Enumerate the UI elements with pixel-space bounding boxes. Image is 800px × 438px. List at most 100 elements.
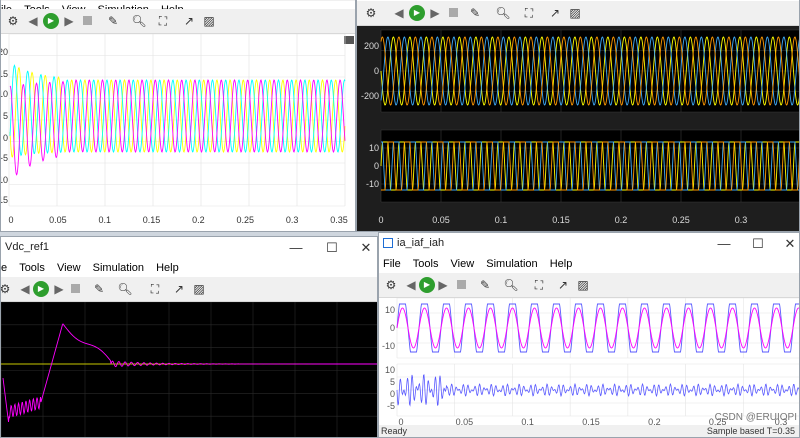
y-tick-label: -5 [1,153,8,163]
step-back-icon[interactable]: ◀ [391,5,407,21]
window-title: ia_iaf_iah [397,237,445,249]
zoom-icon[interactable]: 🔍︎ [503,277,519,293]
x-tick-label: 0.1 [98,215,111,225]
autoscale-icon[interactable]: ⛶ [147,281,163,297]
run-button-icon[interactable]: ▶ [409,5,425,21]
y-tick-label: 10 [1,89,8,99]
run-button-icon[interactable]: ▶ [43,13,59,29]
scope-toolbar: ⚙ ◀ ▶ ▶ ✎ 🔍︎ ⛶ ↗ ▨ [379,273,799,298]
y-tick-label: 0 [390,323,395,333]
scope-toolbar: ⚙ ◀ ▶ ▶ ✎ 🔍︎ ⛶ ↗ ▨ [1,9,355,34]
scope-toolbar: ⚙ ◀ ▶ ▶ ✎ 🔍︎ ⛶ ↗ ▨ [357,1,799,26]
y-tick-label: 0 [374,161,379,171]
step-forward-icon[interactable]: ▶ [427,5,443,21]
menu-bar: File Tools View Simulation Help [379,255,799,273]
menu-bar: e Tools View Simulation Help [1,259,377,277]
title-bar: ia_iaf_iah — ☐ ✕ [379,233,799,255]
scope-toolbar: ⚙ ◀ ▶ ▶ ✎ 🔍︎ ⛶ ↗ ▨ [1,277,377,302]
style-icon[interactable]: ▨ [201,13,217,29]
menu-simulation[interactable]: Simulation [486,255,537,273]
cursor-measure-icon[interactable]: ↗ [181,13,197,29]
y-tick-label: 5 [390,377,395,387]
step-forward-icon[interactable]: ▶ [435,277,451,293]
menu-view[interactable]: View [57,259,81,277]
y-tick-label: -10 [382,341,395,351]
menu-view[interactable]: View [451,255,475,273]
scope-plot-top-left: 0 0.05 0.1 0.15 0.2 0.25 0.3 0.35 20 15 10 5 0 -5 -10… [1,34,355,231]
y-tick-label: -10 [1,175,8,185]
menu-file[interactable]: File [383,255,401,273]
y-tick-label: 10 [385,305,395,315]
autoscale-icon[interactable]: ⛶ [521,5,537,21]
y-tick-label: 0 [3,133,8,143]
menu-tools[interactable]: Tools [413,255,439,273]
y-tick-label: 10 [385,365,395,375]
expand-icon[interactable] [344,36,354,44]
run-button-icon[interactable]: ▶ [419,277,435,293]
stop-icon[interactable] [79,13,95,29]
scope-plot-ia-iaf-iah: 0 0.05 0.1 0.15 0.2 0.25 0.3 100-101050-5 CSDN… [379,298,799,427]
zoom-icon[interactable]: 🔍︎ [495,5,511,21]
settings-gear-icon[interactable]: ⚙ [1,281,13,297]
highlight-icon[interactable]: ✎ [105,13,121,29]
y-tick-label: 20 [1,47,8,57]
x-tick-label: 0.05 [49,215,67,225]
status-bar: Ready Sample based T=0.35 [379,425,799,437]
cursor-measure-icon[interactable]: ↗ [555,277,571,293]
autoscale-icon[interactable]: ⛶ [531,277,547,293]
menu-help[interactable]: Help [156,259,179,277]
x-tick-label: 0.15 [143,215,161,225]
settings-gear-icon[interactable]: ⚙ [383,277,399,293]
y-tick-label: 200 [364,41,379,51]
menu-tools[interactable]: Tools [19,259,45,277]
run-button-icon[interactable]: ▶ [33,281,49,297]
menu-file[interactable]: e [1,259,7,277]
status-ready: Ready [381,426,408,436]
y-tick-label: -10 [366,179,379,189]
y-tick-label: -200 [361,91,379,101]
x-tick-label: 0.25 [672,215,690,225]
y-tick-label: -15 [1,195,8,205]
zoom-icon[interactable]: 🔍︎ [131,13,147,29]
x-tick-label: 0.2 [192,215,205,225]
x-tick-label: 0.3 [286,215,299,225]
y-tick-label: 10 [369,143,379,153]
y-tick-label: 0 [374,66,379,76]
menu-help[interactable]: Help [550,255,573,273]
scope-window-vdc-ref1: Vdc_ref1 — ☐ ✕ e Tools View Simulation H… [0,236,378,438]
step-forward-icon[interactable]: ▶ [51,281,67,297]
maximize-icon[interactable]: ☐ [319,240,345,256]
cursor-measure-icon[interactable]: ↗ [547,5,563,21]
maximize-icon[interactable]: ☐ [745,236,771,252]
step-back-icon[interactable]: ◀ [25,13,41,29]
highlight-icon[interactable]: ✎ [477,277,493,293]
autoscale-icon[interactable]: ⛶ [155,13,171,29]
scope-app-icon [383,238,393,248]
style-icon[interactable]: ▨ [575,277,591,293]
x-tick-label: 0.25 [237,215,255,225]
step-back-icon[interactable]: ◀ [17,281,33,297]
highlight-icon[interactable]: ✎ [91,281,107,297]
stop-icon[interactable] [445,5,461,21]
scope-plot-vdc-ref1 [1,302,377,437]
style-icon[interactable]: ▨ [191,281,207,297]
highlight-icon[interactable]: ✎ [467,5,483,21]
stop-icon[interactable] [453,277,469,293]
close-icon[interactable]: ✕ [353,240,377,256]
stop-icon[interactable] [67,281,83,297]
close-icon[interactable]: ✕ [777,236,799,252]
minimize-icon[interactable]: — [711,236,737,252]
cursor-measure-icon[interactable]: ↗ [171,281,187,297]
settings-gear-icon[interactable]: ⚙ [5,13,21,29]
scope-window-top-right: ⚙ ◀ ▶ ▶ ✎ 🔍︎ ⛶ ↗ ▨ 0 0.05 0.1 0.15 0.2 0.25 0.… [356,0,800,232]
step-back-icon[interactable]: ◀ [403,277,419,293]
step-forward-icon[interactable]: ▶ [61,13,77,29]
scope-window-top-left: ile Tools View Simulation Help ⚙ ◀ ▶ ▶ ✎… [0,0,356,232]
x-tick-label: 0.3 [735,215,748,225]
zoom-icon[interactable]: 🔍︎ [117,281,133,297]
menu-simulation[interactable]: Simulation [93,259,144,277]
y-tick-label: 0 [390,389,395,399]
minimize-icon[interactable]: — [283,240,309,256]
settings-gear-icon[interactable]: ⚙ [363,5,379,21]
style-icon[interactable]: ▨ [567,5,583,21]
